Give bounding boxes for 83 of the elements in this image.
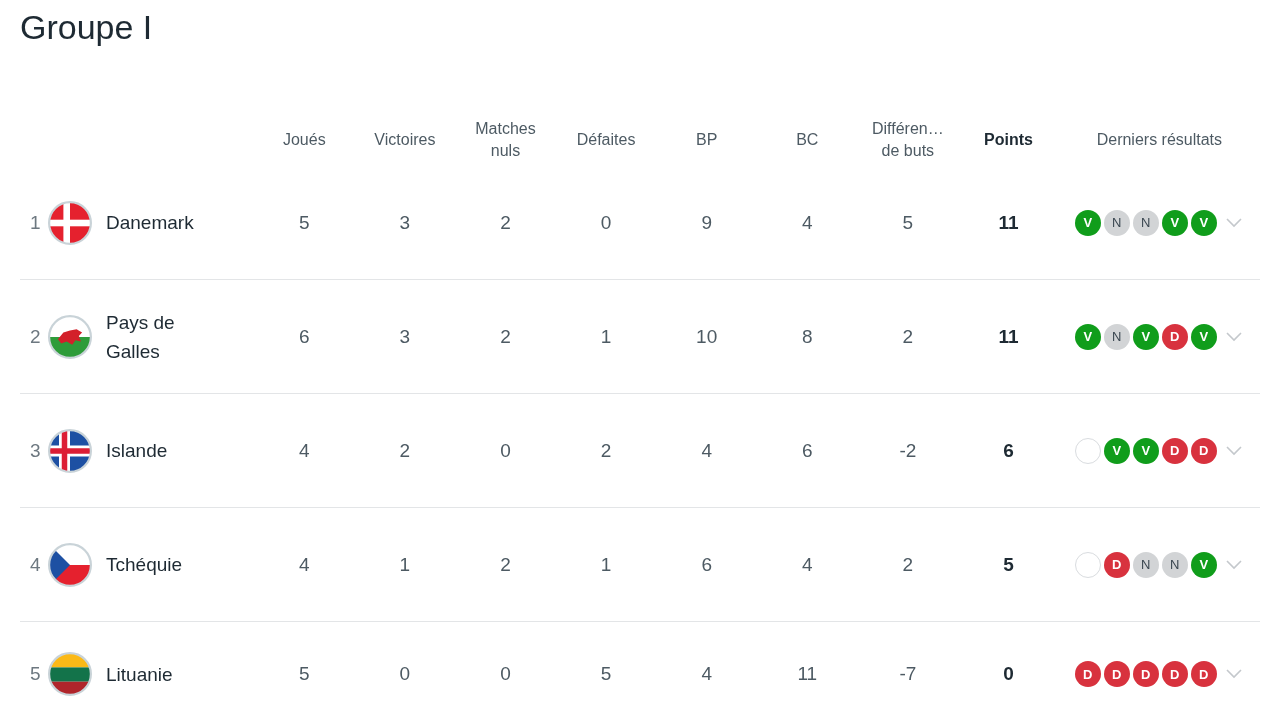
column-header: Défaites bbox=[576, 130, 636, 150]
stat-value: 5 bbox=[299, 211, 310, 233]
stat-value: 5 bbox=[299, 663, 310, 684]
stat-value: 2 bbox=[902, 325, 914, 347]
stat-value: 3 bbox=[399, 325, 411, 347]
result-badge: D bbox=[1190, 661, 1217, 687]
column-header: Différen… de buts bbox=[871, 119, 945, 161]
group-title: Groupe I bbox=[20, 7, 154, 48]
stat-value: 10 bbox=[696, 325, 718, 347]
rank-number: 2 bbox=[29, 325, 42, 348]
result-badge: D bbox=[1161, 323, 1188, 350]
stat-value: 3 bbox=[399, 211, 411, 233]
column-header: BC bbox=[796, 130, 819, 150]
result-badge: D bbox=[1132, 661, 1159, 687]
result-badge: V bbox=[1074, 209, 1101, 236]
stat-value: 11 bbox=[797, 663, 818, 684]
stat-value: 6 bbox=[701, 553, 712, 575]
team-name[interactable]: Danemark bbox=[106, 208, 216, 237]
stat-value: 4 bbox=[801, 211, 813, 233]
result-badge: D bbox=[1074, 661, 1101, 687]
stat-value: 1 bbox=[600, 325, 612, 347]
stat-value: 6 bbox=[299, 325, 310, 347]
stat-value: 2 bbox=[902, 553, 914, 575]
points-value: 5 bbox=[1003, 553, 1014, 575]
stat-value: 4 bbox=[801, 553, 813, 575]
result-badge: V bbox=[1190, 551, 1217, 578]
result-badge: V bbox=[1074, 323, 1101, 350]
stat-value: 0 bbox=[500, 439, 511, 461]
stat-value: 2 bbox=[600, 439, 612, 461]
stat-value: 9 bbox=[701, 211, 712, 233]
stat-value: 4 bbox=[701, 439, 712, 461]
stat-value: 2 bbox=[500, 553, 511, 575]
result-badge: N bbox=[1161, 551, 1188, 578]
result-badge: V bbox=[1190, 209, 1217, 236]
stat-value: 6 bbox=[801, 439, 813, 461]
stat-value: 0 bbox=[399, 663, 411, 684]
rank-number: 5 bbox=[29, 663, 42, 685]
stat-value: 5 bbox=[902, 211, 914, 233]
team-name[interactable]: Tchéquie bbox=[106, 550, 216, 579]
team-name[interactable]: Islande bbox=[106, 436, 216, 465]
result-badge: N bbox=[1103, 209, 1130, 236]
stat-value: 1 bbox=[600, 553, 612, 575]
stat-value: 4 bbox=[299, 439, 310, 461]
result-badge: V bbox=[1190, 323, 1217, 350]
rank-number: 1 bbox=[29, 211, 42, 234]
team-name[interactable]: Pays de Galles bbox=[106, 307, 216, 366]
stat-value: 0 bbox=[500, 663, 511, 684]
result-badge: N bbox=[1103, 323, 1130, 350]
result-badge: D bbox=[1161, 661, 1188, 687]
stat-value: 8 bbox=[801, 325, 813, 347]
result-badge: V bbox=[1132, 437, 1159, 464]
team-name[interactable]: Lituanie bbox=[106, 659, 216, 689]
stat-value: -2 bbox=[899, 439, 917, 461]
column-header: BP bbox=[696, 130, 718, 150]
stat-value: 2 bbox=[500, 211, 511, 233]
result-badge: D bbox=[1161, 437, 1188, 464]
points-value: 6 bbox=[1003, 439, 1014, 461]
points-value: 11 bbox=[998, 211, 1019, 233]
stat-value: 2 bbox=[399, 439, 411, 461]
column-header: Matches nuls bbox=[474, 119, 537, 161]
column-header: Victoires bbox=[374, 130, 436, 150]
stat-value: 1 bbox=[399, 553, 411, 575]
result-badge: V bbox=[1132, 323, 1159, 350]
stat-value: -7 bbox=[899, 663, 917, 684]
result-badge: D bbox=[1103, 551, 1130, 578]
result-badge: V bbox=[1161, 209, 1188, 236]
points-value: 0 bbox=[1003, 663, 1014, 684]
stat-value: 4 bbox=[299, 553, 310, 575]
stat-value: 5 bbox=[600, 663, 612, 684]
column-header: Joués bbox=[282, 130, 326, 150]
result-badge: V bbox=[1103, 437, 1130, 464]
stat-value: 0 bbox=[600, 211, 612, 233]
result-badge: D bbox=[1103, 661, 1130, 687]
points-value: 11 bbox=[998, 325, 1019, 347]
stat-value: 2 bbox=[500, 325, 511, 347]
result-badge: D bbox=[1190, 437, 1217, 464]
column-header: Derniers résultats bbox=[1096, 130, 1223, 150]
stat-value: 4 bbox=[701, 663, 712, 684]
column-header: Points bbox=[984, 130, 1033, 150]
rank-number: 3 bbox=[29, 439, 42, 462]
result-badge: N bbox=[1132, 551, 1159, 578]
result-badge: N bbox=[1132, 209, 1159, 236]
rank-number: 4 bbox=[29, 553, 42, 576]
